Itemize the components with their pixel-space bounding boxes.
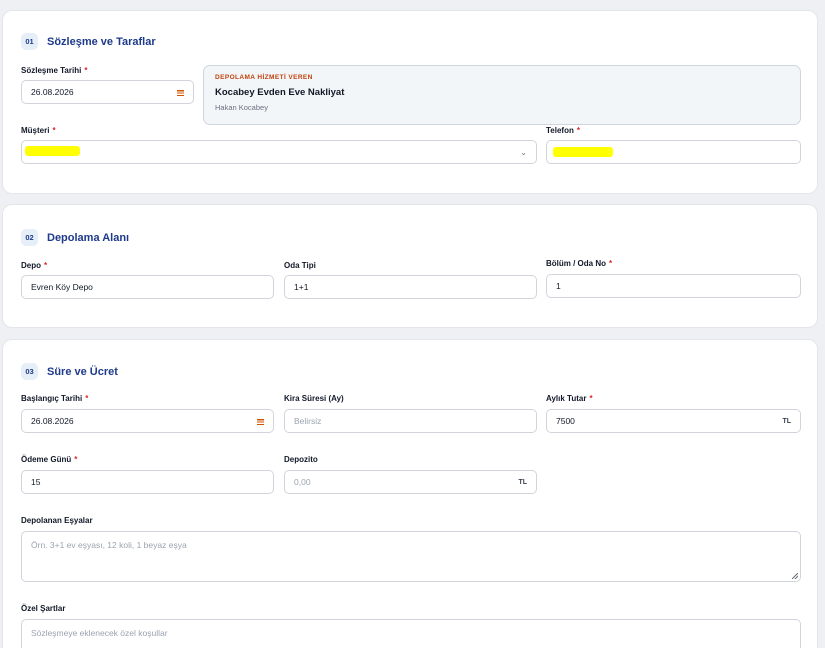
section-storage-area: 02 Depolama Alanı Depo * Evren Köy Depo O… (2, 204, 818, 328)
rent-period-input[interactable]: Belirsiz (284, 409, 537, 433)
room-type-input[interactable]: 1+1 (284, 275, 537, 299)
rent-period-label: Kira Süresi (Ay) (284, 394, 344, 403)
depot-value: Evren Köy Depo (31, 282, 93, 292)
redaction-mark (25, 146, 80, 156)
special-terms-placeholder: Sözleşmeye eklenecek özel koşullar (31, 628, 168, 638)
currency-suffix: TL (782, 417, 791, 425)
section-header: 03 Süre ve Ücret (21, 363, 118, 380)
payment-day-label: Ödeme Günü * (21, 455, 78, 464)
resize-handle-icon[interactable] (792, 573, 798, 579)
start-date-input[interactable]: 26.08.2026 (21, 409, 274, 433)
provider-tag: DEPOLAMA HİZMETİ VEREN (215, 74, 313, 81)
section-title: Süre ve Ücret (47, 365, 118, 378)
calendar-icon[interactable] (257, 417, 264, 425)
section-title: Sözleşme ve Taraflar (47, 35, 156, 48)
provider-person: Hakan Kocabey (215, 103, 268, 112)
section-title: Depolama Alanı (47, 231, 130, 244)
monthly-fee-label: Aylık Tutar * (546, 394, 593, 403)
stored-items-textarea[interactable]: Örn. 3+1 ev eşyası, 12 koli, 1 beyaz eşy… (21, 531, 801, 582)
section-room-value: 1 (556, 281, 561, 291)
phone-label: Telefon * (546, 126, 580, 135)
customer-select[interactable]: ⌄ (21, 140, 537, 164)
room-type-value: 1+1 (294, 282, 309, 292)
contract-date-value: 26.08.2026 (31, 87, 74, 97)
currency-suffix: TL (518, 478, 527, 486)
section-room-label: Bölüm / Oda No * (546, 259, 613, 268)
redaction-mark (553, 147, 613, 157)
section-number: 02 (21, 229, 38, 246)
section-number: 01 (21, 33, 38, 50)
section-contract-parties: 01 Sözleşme ve Taraflar Sözleşme Tarihi *… (2, 10, 818, 194)
deposit-label: Depozito (284, 455, 318, 464)
monthly-fee-value: 7500 (556, 416, 575, 426)
contract-date-input[interactable]: 26.08.2026 (21, 80, 194, 104)
depot-label: Depo * (21, 261, 48, 270)
chevron-down-icon: ⌄ (520, 147, 527, 157)
deposit-placeholder: 0,00 (294, 477, 311, 487)
payment-day-input[interactable]: 15 (21, 470, 274, 494)
monthly-fee-input[interactable]: 7500 TL (546, 409, 801, 433)
provider-card: DEPOLAMA HİZMETİ VEREN Kocabey Evden Eve… (203, 65, 801, 125)
deposit-input[interactable]: 0,00 TL (284, 470, 537, 494)
calendar-icon[interactable] (177, 88, 184, 96)
special-terms-label: Özel Şartlar (21, 604, 66, 613)
start-date-label: Başlangıç Tarihi * (21, 394, 89, 403)
stored-items-label: Depolanan Eşyalar (21, 516, 93, 525)
section-duration-fee: 03 Süre ve Ücret Başlangıç Tarihi * 26.08… (2, 339, 818, 648)
depot-input[interactable]: Evren Köy Depo (21, 275, 274, 299)
section-room-input[interactable]: 1 (546, 274, 801, 298)
start-date-value: 26.08.2026 (31, 416, 74, 426)
room-type-label: Oda Tipi (284, 261, 316, 270)
stored-items-placeholder: Örn. 3+1 ev eşyası, 12 koli, 1 beyaz eşy… (31, 540, 187, 550)
section-header: 01 Sözleşme ve Taraflar (21, 33, 156, 50)
contract-date-label: Sözleşme Tarihi * (21, 66, 88, 75)
customer-label: Müşteri * (21, 126, 56, 135)
provider-name: Kocabey Evden Eve Nakliyat (215, 87, 345, 98)
special-terms-textarea[interactable]: Sözleşmeye eklenecek özel koşullar (21, 619, 801, 648)
payment-day-value: 15 (31, 477, 41, 487)
rent-period-placeholder: Belirsiz (294, 416, 322, 426)
section-number: 03 (21, 363, 38, 380)
section-header: 02 Depolama Alanı (21, 229, 129, 246)
